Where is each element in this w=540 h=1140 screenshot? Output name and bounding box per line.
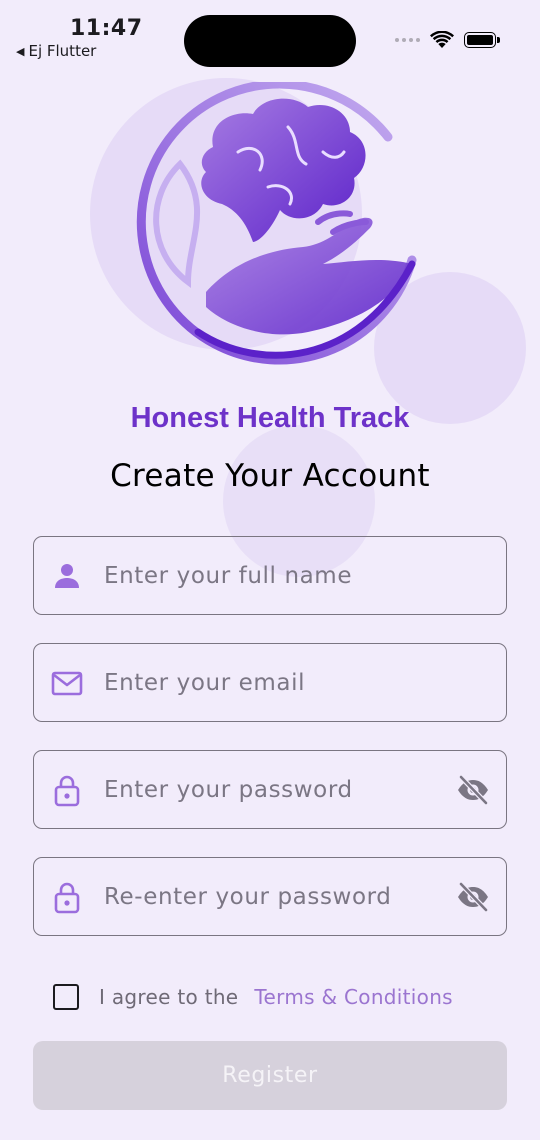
back-app-label: Ej Flutter xyxy=(28,42,97,60)
back-arrow-icon: ◀ xyxy=(16,44,25,58)
terms-row: I agree to the Terms & Conditions xyxy=(53,984,453,1010)
confirm-password-input[interactable] xyxy=(104,858,434,935)
full-name-input[interactable] xyxy=(104,537,434,614)
email-field[interactable] xyxy=(33,643,507,722)
register-button[interactable]: Register xyxy=(33,1041,507,1110)
brain-hand-logo xyxy=(136,82,417,365)
terms-link[interactable]: Terms & Conditions xyxy=(254,985,452,1009)
dynamic-island xyxy=(184,15,356,67)
visibility-off-icon[interactable] xyxy=(456,774,490,806)
password-field[interactable] xyxy=(33,750,507,829)
mail-icon xyxy=(51,671,83,696)
email-input[interactable] xyxy=(104,644,434,721)
password-input[interactable] xyxy=(104,751,434,828)
terms-text: I agree to the xyxy=(99,985,239,1009)
lock-icon xyxy=(54,775,80,807)
confirm-password-field[interactable] xyxy=(33,857,507,936)
wifi-icon xyxy=(430,31,454,48)
battery-icon xyxy=(464,32,500,48)
terms-checkbox[interactable] xyxy=(53,984,79,1010)
full-name-field[interactable] xyxy=(33,536,507,615)
status-icons xyxy=(395,31,500,49)
person-icon xyxy=(55,564,79,588)
page-title: Create Your Account xyxy=(110,458,430,494)
visibility-off-icon[interactable] xyxy=(456,881,490,913)
app-name: Honest Health Track xyxy=(130,402,410,434)
status-time: 11:47 xyxy=(70,16,143,41)
back-to-app-link[interactable]: ◀ Ej Flutter xyxy=(16,42,96,60)
signal-icon xyxy=(395,38,420,42)
lock-icon xyxy=(54,882,80,914)
